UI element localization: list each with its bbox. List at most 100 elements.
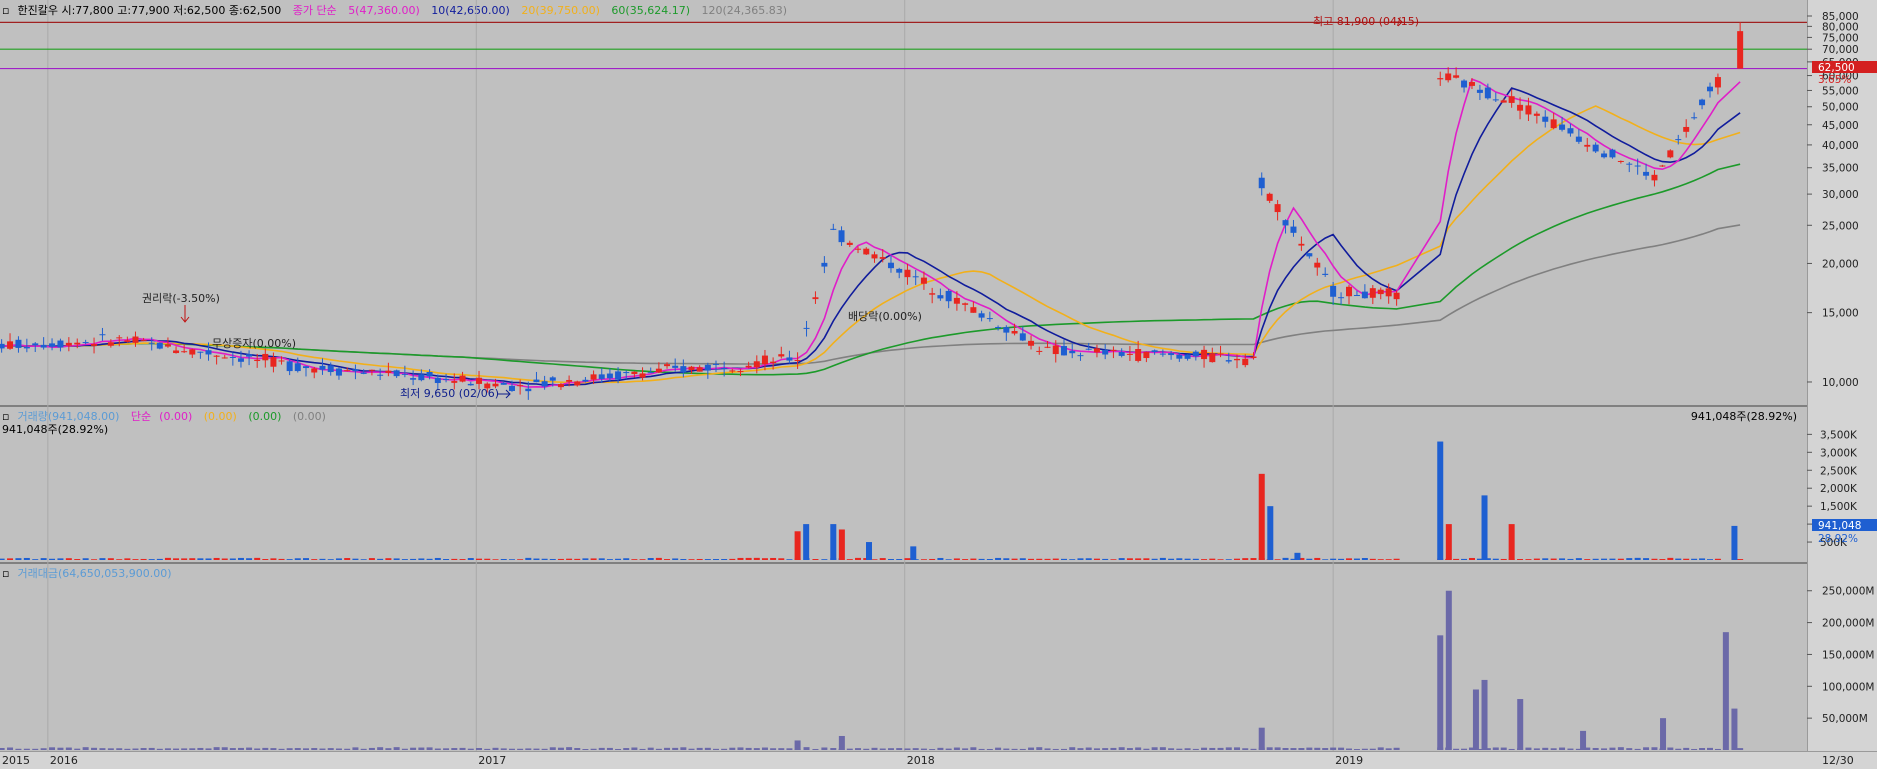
candle-down	[1353, 295, 1360, 297]
amount-bar	[770, 748, 777, 750]
amount-bar	[1306, 747, 1313, 750]
amount-bar	[1492, 747, 1499, 750]
amount-bar	[270, 748, 277, 750]
amount-bar	[1353, 749, 1360, 750]
volume-bar	[541, 558, 548, 560]
candle-up	[574, 381, 581, 386]
candle-up	[929, 293, 936, 295]
amount-bar	[327, 748, 334, 750]
candle-down	[1567, 128, 1574, 134]
candle-up	[566, 379, 573, 382]
volume-tick-label: 2,000K	[1820, 483, 1858, 495]
candle-up	[7, 341, 14, 349]
volume-bar	[99, 558, 106, 560]
amount-bar	[786, 748, 793, 750]
volume-bar	[937, 557, 944, 560]
amount-bar	[1225, 747, 1232, 750]
volume-bar	[1110, 559, 1117, 560]
volume-bar	[335, 558, 342, 560]
candle-up	[1135, 349, 1142, 361]
amount-bar	[344, 748, 351, 750]
y-tick-label: 20,000	[1822, 258, 1859, 270]
candle-up	[1437, 78, 1444, 80]
amount-bar	[1298, 748, 1305, 750]
volume-bar	[1330, 558, 1337, 560]
amount-bar	[508, 748, 515, 750]
amount-bar	[517, 748, 524, 750]
volume-bar	[410, 558, 417, 560]
volume-tick-label: 1,500K	[1820, 501, 1858, 513]
volume-bar	[696, 558, 703, 560]
amount-bar	[1176, 748, 1183, 750]
candle-up	[1659, 165, 1666, 167]
amount-bar	[1601, 748, 1608, 750]
volume-bar	[598, 558, 605, 560]
volume-bar	[1192, 558, 1199, 560]
candle-up	[631, 371, 638, 375]
candle-up	[1217, 353, 1224, 355]
candle-down	[0, 343, 5, 349]
y-tick-label: 30,000	[1822, 189, 1859, 201]
volume-bar	[1225, 559, 1232, 560]
volume-bar	[1242, 558, 1249, 560]
candle-up	[1209, 353, 1216, 363]
amount-bar	[887, 748, 894, 750]
candle-down	[15, 339, 22, 348]
volume-bar	[74, 559, 81, 560]
candle-up	[871, 254, 878, 259]
amount-bar	[1069, 747, 1076, 750]
amount-bar	[1667, 747, 1674, 750]
volume-bar	[794, 531, 801, 560]
candle-down	[549, 377, 556, 381]
candle-down	[352, 369, 359, 372]
candle-up	[737, 371, 744, 373]
volume-bar	[1338, 558, 1345, 560]
candle-down	[830, 228, 837, 230]
volume-bar	[1085, 558, 1092, 560]
amount-bar	[1445, 590, 1452, 750]
change-tag: 3.65%	[1818, 74, 1851, 86]
amount-bar	[1706, 747, 1713, 750]
volume-bar	[1209, 558, 1216, 560]
volume-bar	[377, 558, 384, 560]
amount-bar	[148, 747, 155, 750]
candle-up	[181, 351, 188, 353]
candle-down	[32, 343, 39, 346]
volume-bar	[525, 557, 532, 560]
candle-up	[385, 370, 392, 373]
amount-bar	[278, 748, 285, 750]
amount-bar	[566, 747, 573, 750]
amount-bar	[1683, 747, 1690, 750]
candle-down	[598, 374, 605, 379]
volume-bar	[838, 529, 845, 560]
volume-bar	[855, 557, 862, 560]
candle-up	[270, 357, 277, 367]
volume-bar	[549, 558, 556, 560]
amount-bar	[631, 747, 638, 750]
amount-bar	[1234, 747, 1241, 750]
volume-bar	[1445, 524, 1452, 560]
amount-bar	[1077, 748, 1084, 750]
candle-up	[1584, 144, 1591, 147]
amount-bar	[1151, 747, 1158, 750]
volume-bar	[1737, 559, 1744, 560]
amount-bar	[1453, 748, 1460, 750]
candle-down	[912, 276, 919, 278]
volume-bar	[1461, 558, 1468, 560]
volume-bar	[1559, 558, 1566, 560]
amount-bar	[680, 747, 687, 750]
candle-up	[254, 359, 261, 362]
amount-bar	[467, 748, 474, 750]
candle-down	[1306, 253, 1313, 257]
volume-bar	[1217, 559, 1224, 560]
amount-bar	[1346, 748, 1353, 750]
amount-bar	[1361, 748, 1368, 750]
candle-up	[1525, 105, 1532, 115]
candle-up	[132, 336, 139, 343]
candle-up	[1667, 150, 1674, 158]
amount-bar	[1634, 748, 1641, 750]
candle-down	[1003, 327, 1010, 333]
candle-down	[803, 327, 810, 329]
amount-bar	[1330, 747, 1337, 750]
volume-bar	[254, 557, 261, 560]
